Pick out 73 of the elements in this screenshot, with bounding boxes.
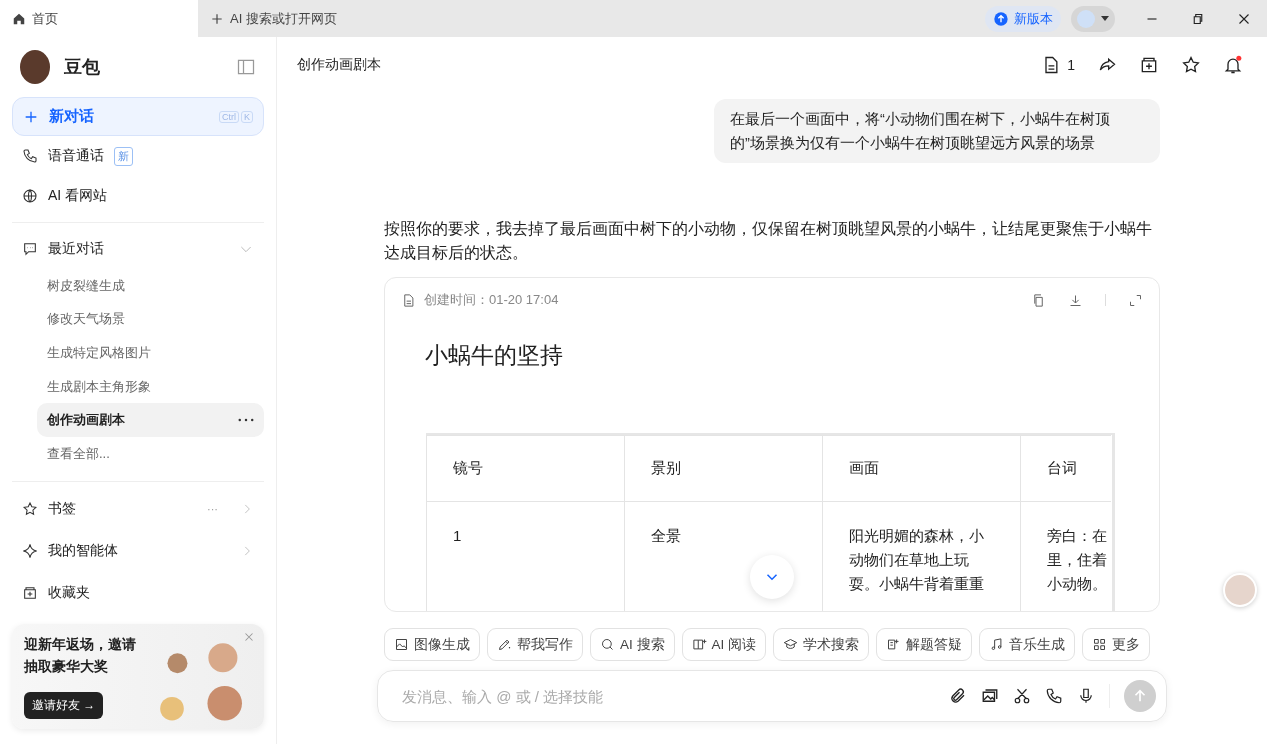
sidebar-item[interactable]: AI 看网站 [12,176,264,216]
microphone-icon[interactable] [1077,687,1095,705]
pen-icon [497,637,512,652]
recent-chat-item[interactable]: 生成特定风格图片 [37,336,264,370]
invite-button[interactable]: 邀请好友 → [24,691,104,719]
recent-chat-item[interactable]: 创作动画剧本 [37,403,264,437]
sidebar-item[interactable]: 我的智能体 [12,529,264,572]
chat-bubble-icon [22,241,38,257]
message-input[interactable]: 发消息、输入 @ 或 / 选择技能 [400,686,935,706]
table-header: 台词 [1020,435,1111,502]
skill-chip[interactable]: 帮我写作 [487,628,583,661]
skill-chip[interactable]: 解题答疑 [876,628,973,661]
chat-title: 创作动画剧本 [297,56,381,74]
table-header: 景别 [624,435,823,502]
update-button[interactable]: 新版本 [985,5,1061,32]
browser-tab[interactable]: 首页 [0,0,198,37]
sidebar-toggle-icon[interactable] [236,57,256,77]
home-icon [12,11,26,26]
phone-icon[interactable] [1045,687,1063,705]
sparkle-icon [22,542,38,559]
star-icon [22,500,38,517]
scissors-icon[interactable] [1013,687,1031,705]
user-message: 在最后一个画面中，将“小动物们围在树下，小蜗牛在树顶的”场景换为仅有一个小蜗牛在树顶眺望远方风景的场景 [714,99,1160,163]
new-badge: 新 [114,146,133,166]
more-text: ··· [207,502,218,515]
box-icon[interactable] [1139,55,1159,75]
skill-chip[interactable]: AI 阅读 [681,628,767,661]
shortcut-key: K [241,110,253,123]
created-time: 创建时间：01-20 17:04 [424,291,559,309]
plus-icon [210,11,224,26]
skill-chip[interactable]: 图像生成 [384,628,480,661]
table-cell: 1 [426,501,625,611]
browser-tab[interactable]: AI 搜索或打开网页 [198,0,349,37]
skill-chip[interactable]: 学术搜索 [773,628,870,661]
new-chat-button[interactable]: 新对话 Ctrl K [12,97,264,136]
skill-chip[interactable]: 更多 [1082,628,1151,661]
book-icon [691,637,707,652]
document-title: 小蜗牛的坚持 [424,341,564,370]
phone-icon [22,148,38,164]
search-icon [600,637,615,652]
promo-text: 迎新年返场，邀请抽取豪华大奖 [24,635,137,676]
music-note-icon [989,637,1005,652]
star-icon[interactable] [1181,55,1201,75]
more-icon[interactable] [238,418,254,423]
recent-chats-header[interactable]: 最近对话 [12,229,264,269]
sidebar-item[interactable]: 语音通话 新 [12,136,264,176]
skill-chip[interactable]: AI 搜索 [590,628,675,661]
copy-icon[interactable] [1031,292,1046,308]
box-icon [22,584,38,601]
sidebar-item[interactable]: 收藏夹 [12,571,264,614]
recent-chat-item[interactable]: 树皮裂缝生成 [37,269,264,303]
skill-chip[interactable]: 音乐生成 [979,628,1076,661]
images-icon[interactable] [981,687,999,705]
recent-chat-item[interactable]: 修改天气场景 [37,302,264,337]
table-header: 画面 [822,435,1021,502]
app-name: 豆包 [64,56,101,79]
caret-icon [1101,16,1109,21]
documents-button[interactable]: 1 [1041,55,1075,75]
assistant-reply: 按照你的要求，我去掉了最后画面中树下的小动物，仅保留在树顶眺望风景的小蜗牛，让结尾更聚焦于小蜗牛达成目标后的状态。 [384,219,1153,263]
shortcut-key: Ctrl [219,110,239,123]
graduation-cap-icon [783,637,799,652]
paperclip-icon[interactable] [949,687,967,705]
image-icon [394,637,409,652]
notification-bell-icon[interactable] [1223,55,1243,75]
table-header: 镜号 [426,435,625,502]
see-all-link[interactable]: 查看全部... [37,436,264,471]
grid-icon [1092,637,1108,652]
sidebar-item[interactable]: 书签 ··· [12,487,264,530]
globe-icon [22,188,38,204]
avatar [1077,9,1095,28]
avatar [20,50,50,84]
expand-icon[interactable] [1128,292,1143,308]
recent-chat-item[interactable]: 生成剧本主角形象 [37,369,264,404]
